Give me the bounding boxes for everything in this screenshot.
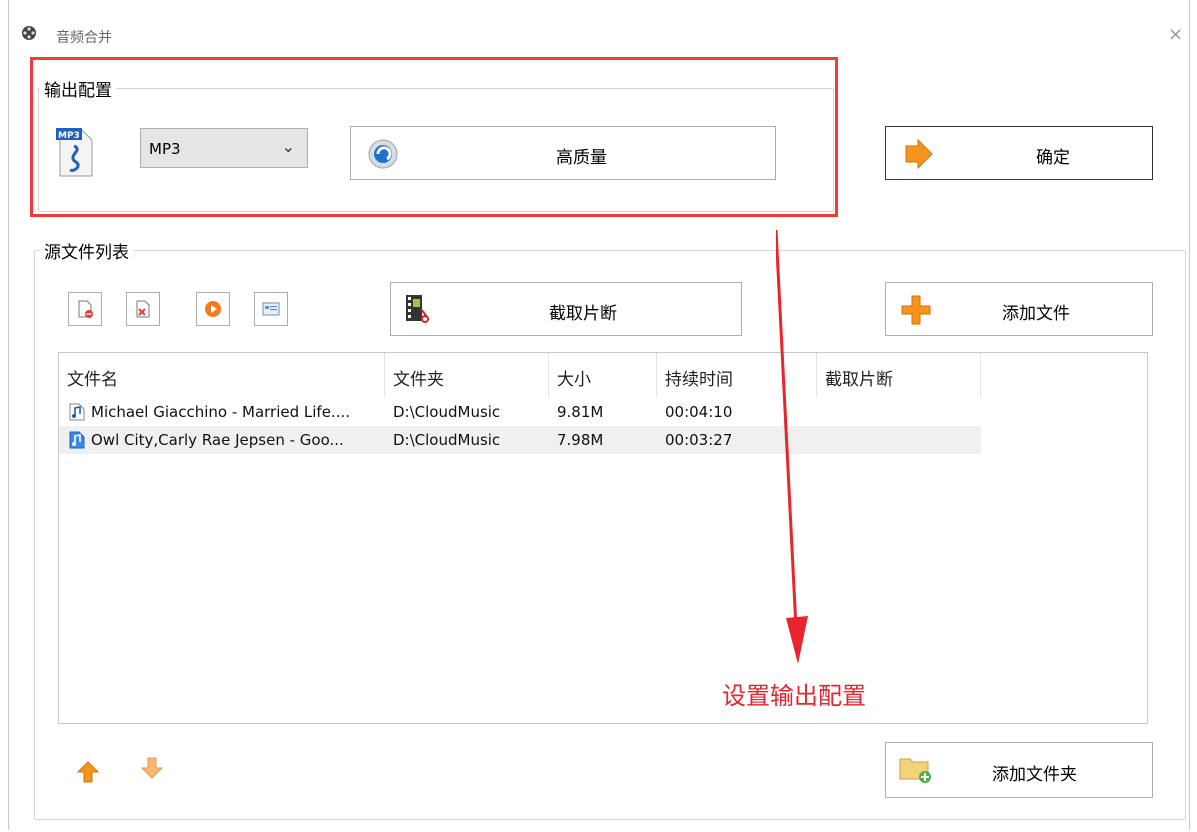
properties-button[interactable] <box>254 292 288 326</box>
confirm-button[interactable]: 确定 <box>885 126 1153 180</box>
column-header-size[interactable]: 大小 <box>549 353 657 397</box>
output-config-label: 输出配置 <box>40 76 116 101</box>
table-row[interactable]: Michael Giacchino - Married Life.... D:\… <box>59 398 981 426</box>
move-down-button[interactable] <box>140 756 164 780</box>
table-row[interactable]: Owl City,Carly Rae Jepsen - Goo... D:\Cl… <box>59 426 981 454</box>
arrow-right-icon <box>905 138 933 170</box>
film-scissors-icon <box>406 295 429 323</box>
svg-text:MP3: MP3 <box>58 131 80 141</box>
file-size: 9.81M <box>557 403 604 421</box>
mp3-file-icon: MP3 <box>56 128 93 177</box>
move-up-button[interactable] <box>76 760 100 784</box>
quality-button[interactable]: 高质量 <box>350 126 776 180</box>
properties-icon <box>262 302 280 316</box>
quality-button-label: 高质量 <box>556 148 607 168</box>
remove-file-button[interactable] <box>68 292 102 326</box>
add-file-button[interactable]: 添加文件 <box>885 282 1153 336</box>
quality-gear-icon <box>368 139 398 169</box>
close-icon[interactable]: × <box>1168 24 1183 45</box>
clip-button-label: 截取片断 <box>549 304 617 324</box>
plus-icon <box>901 295 931 325</box>
audio-file-icon <box>69 403 85 421</box>
title-bar <box>10 0 1186 60</box>
add-folder-button-label: 添加文件夹 <box>992 765 1077 785</box>
file-name: Owl City,Carly Rae Jepsen - Goo... <box>91 431 344 449</box>
file-duration: 00:03:27 <box>665 431 733 449</box>
play-button[interactable] <box>196 292 230 326</box>
file-folder: D:\CloudMusic <box>393 431 501 449</box>
play-icon <box>205 301 221 317</box>
clear-list-button[interactable] <box>126 292 160 326</box>
confirm-button-label: 确定 <box>1036 148 1070 168</box>
delete-file-icon <box>136 300 150 318</box>
annotation-text: 设置输出配置 <box>722 682 866 710</box>
add-file-button-label: 添加文件 <box>1002 304 1070 324</box>
column-header-clip[interactable]: 截取片断 <box>817 353 981 397</box>
app-film-icon <box>22 26 36 40</box>
add-folder-button[interactable]: 添加文件夹 <box>885 742 1153 798</box>
file-list[interactable]: 文件名 文件夹 大小 持续时间 截取片断 Michael Giacchino -… <box>58 352 1148 724</box>
window-title: 音频合并 <box>56 30 112 46</box>
chevron-down-icon: ⌄ <box>281 137 295 156</box>
remove-file-icon <box>78 300 93 318</box>
column-header-name[interactable]: 文件名 <box>59 353 385 397</box>
file-name: Michael Giacchino - Married Life.... <box>91 403 350 421</box>
clip-button[interactable]: 截取片断 <box>390 282 742 336</box>
file-folder: D:\CloudMusic <box>393 403 501 421</box>
arrow-down-icon <box>140 757 164 779</box>
source-files-label: 源文件列表 <box>40 238 133 263</box>
file-size: 7.98M <box>557 431 604 449</box>
arrow-up-icon <box>76 761 100 783</box>
format-select[interactable]: MP3 ⌄ <box>140 128 308 168</box>
file-duration: 00:04:10 <box>665 403 733 421</box>
add-folder-icon <box>899 758 931 783</box>
column-header-folder[interactable]: 文件夹 <box>385 353 549 397</box>
audio-file-icon <box>69 431 85 449</box>
annotation-arrow <box>776 229 808 664</box>
format-select-value: MP3 <box>149 140 181 158</box>
